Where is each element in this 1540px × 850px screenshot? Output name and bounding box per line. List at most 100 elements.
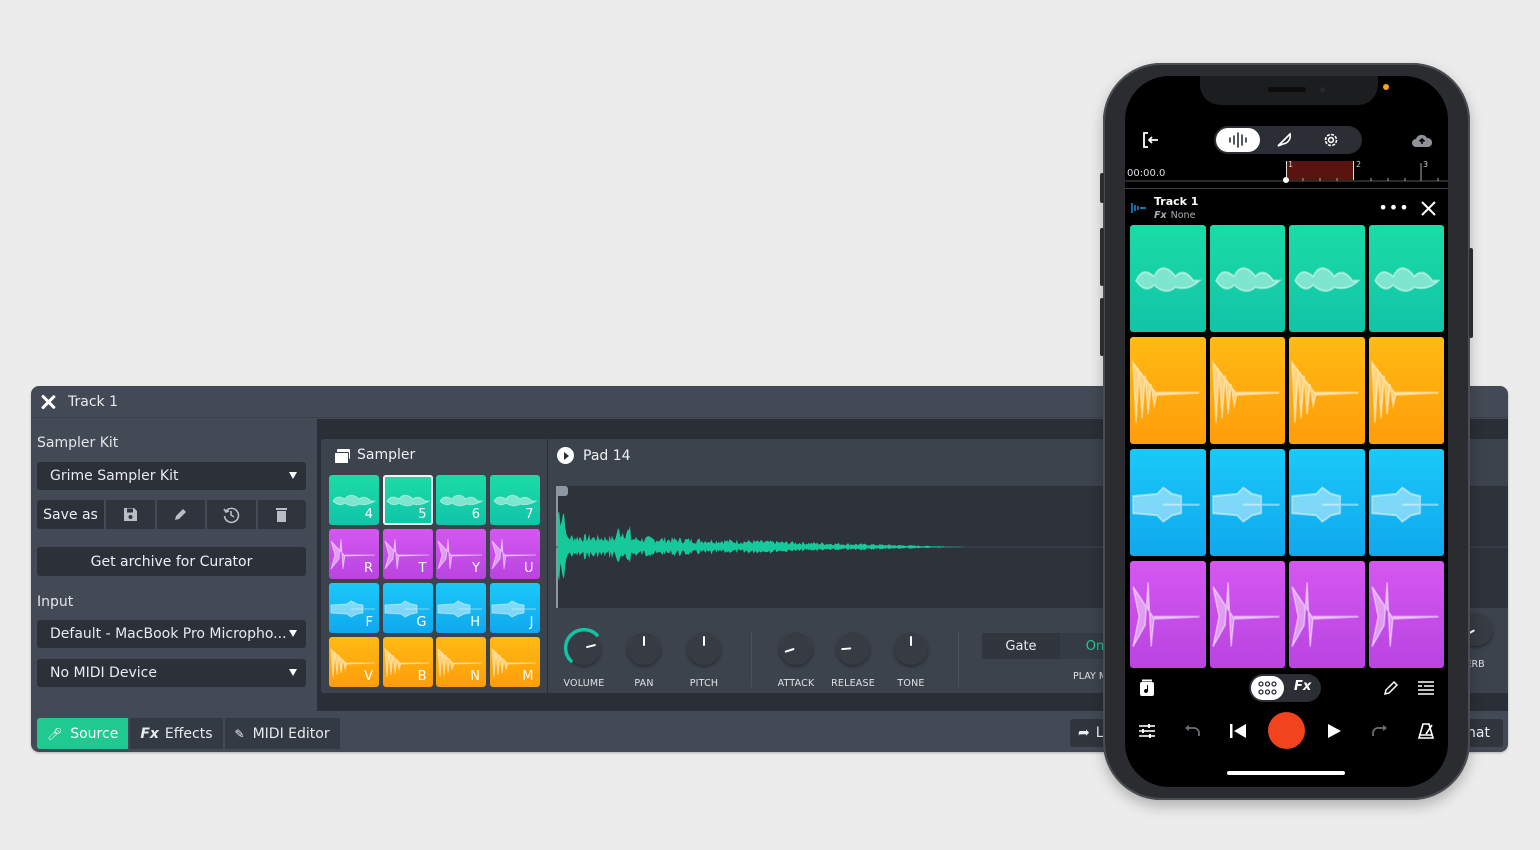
sampler-pad[interactable]: Y [436,529,486,579]
phone-pad[interactable] [1130,561,1206,668]
phone-pad[interactable] [1289,449,1365,556]
phone-track-header: Track 1 Fx None ••• [1125,190,1448,226]
close-track-icon[interactable] [1418,198,1438,218]
phone-pad[interactable] [1209,561,1285,668]
phone-pad[interactable] [1130,449,1206,556]
get-archive-button[interactable]: Get archive for Curator [37,547,306,576]
pad-title: Pad 14 [583,447,631,464]
phone-pad[interactable] [1209,337,1285,444]
sampler-pad[interactable]: N [436,637,486,687]
list-icon[interactable] [1415,678,1437,698]
pencil-icon[interactable] [1381,678,1401,698]
mixer-icon[interactable] [1137,721,1157,741]
pad-key-label: M [522,669,534,684]
sound-library-icon[interactable] [1137,678,1157,698]
knob-dial[interactable] [894,631,928,665]
track-name: Track 1 [1154,195,1199,208]
phone-pad[interactable] [1289,337,1365,444]
sampler-pad[interactable]: 7 [489,475,540,525]
tab-midi-editor[interactable]: ✎ MIDI Editor [224,718,340,749]
knob-dial[interactable] [627,631,661,665]
phone-timeline[interactable]: 00:00.0 1 2 3 [1125,160,1448,189]
skip-back-icon[interactable] [1227,721,1249,741]
sampler-pad[interactable]: 6 [436,475,486,525]
sampler-pad[interactable]: T [382,529,433,579]
phone-pad[interactable] [1289,561,1365,668]
redo-icon[interactable] [1369,721,1391,741]
phone-pad[interactable] [1209,225,1285,332]
play-mode-gate[interactable]: Gate [982,633,1060,659]
pad-grid-icon [1258,681,1277,695]
sampler-pad[interactable]: F [329,583,379,633]
record-button[interactable] [1268,712,1305,749]
phone-side-button [1100,298,1104,356]
pads-view-button[interactable] [1251,676,1284,700]
phone-pad[interactable] [1368,225,1444,332]
sampler-pad[interactable]: G [382,583,433,633]
track-waveform-icon [1131,203,1146,213]
sampler-pad[interactable]: 5 [382,475,433,525]
feather-icon[interactable] [1274,130,1294,150]
save-button[interactable] [106,500,155,529]
sampler-kit-label: Sampler Kit [37,435,119,451]
pad-editor-header: Pad 14 [557,447,631,464]
phone-pad[interactable] [1289,225,1365,332]
pad-key-label: N [470,669,480,684]
phone-pad[interactable] [1368,561,1444,668]
knob-dial[interactable] [563,627,601,665]
gear-icon[interactable] [1321,130,1341,150]
save-as-button[interactable]: Save as [37,500,104,529]
delete-button[interactable] [257,500,306,529]
sampler-pad[interactable]: 4 [329,475,379,525]
phone-pad[interactable] [1368,449,1444,556]
sampler-kit-dropdown[interactable]: Grime Sampler Kit [37,462,306,490]
waveform-shape [558,511,966,582]
knob-dial[interactable] [687,631,721,665]
divider [751,631,752,687]
phone-pad[interactable] [1209,449,1285,556]
playhead[interactable] [1283,177,1289,183]
phone-pad[interactable] [1130,337,1206,444]
tab-source[interactable]: 🎤︎ Source [37,718,129,749]
knob-dial[interactable] [836,631,870,665]
phone-side-button [1100,173,1104,203]
fx-icon: Fx [140,725,159,742]
start-marker-handle[interactable] [556,486,568,496]
input-device-dropdown[interactable]: Default - MacBook Pro Micropho... [37,620,306,648]
phone-pad[interactable] [1368,337,1444,444]
play-mode-label: PLAY M [1073,671,1108,682]
play-icon[interactable] [1323,721,1345,741]
sampler-pad[interactable]: U [489,529,540,579]
cloud-upload-icon[interactable] [1411,130,1433,150]
metronome-icon[interactable] [1415,721,1437,741]
phone-side-button [1469,248,1473,338]
tab-effects[interactable]: Fx Effects [130,718,223,749]
midi-edit-icon: ✎ [234,726,245,741]
sampler-pad[interactable]: H [436,583,486,633]
pads-fx-switcher: Fx [1249,674,1321,702]
knob-dial[interactable] [779,631,813,665]
knob-label: PITCH [689,678,719,689]
fx-view-button[interactable]: Fx [1294,679,1311,694]
sampler-pad[interactable]: M [489,637,540,687]
rename-button[interactable] [156,500,205,529]
phone-side-button [1100,228,1104,286]
undo-icon[interactable] [1181,721,1203,741]
exit-icon[interactable] [1141,130,1161,150]
sampler-icon [334,448,350,464]
knob-attack: ATTACK [766,625,826,689]
view-waveform-button[interactable] [1216,128,1260,152]
window-title: Track 1 [68,393,118,410]
midi-device-value: No MIDI Device [50,665,157,681]
midi-device-dropdown[interactable]: No MIDI Device [37,659,306,687]
close-icon[interactable] [40,394,56,410]
more-options-icon[interactable]: ••• [1378,198,1408,217]
sampler-pad[interactable]: J [489,583,540,633]
trash-icon [276,508,288,522]
sampler-pad[interactable]: B [382,637,433,687]
sampler-pad[interactable]: R [329,529,379,579]
play-pad-button[interactable] [557,447,574,464]
phone-pad[interactable] [1130,225,1206,332]
history-button[interactable] [207,500,256,529]
sampler-pad[interactable]: V [329,637,379,687]
